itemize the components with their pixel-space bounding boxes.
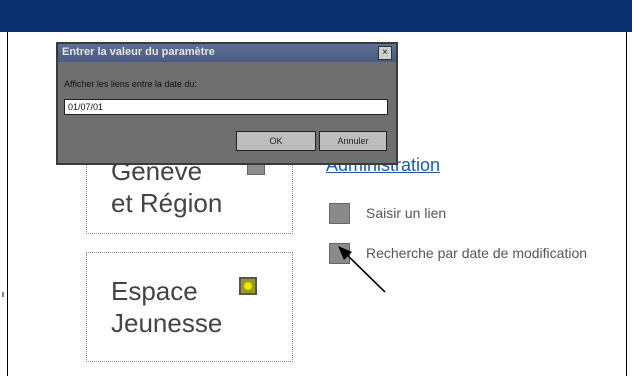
left-edge-mark — [2, 292, 4, 297]
parameter-dialog: Entrer la valeur du paramètre × Afficher… — [56, 42, 398, 165]
cancel-button[interactable]: Annuler — [319, 131, 387, 151]
dialog-prompt-label: Afficher les liens entre la date du: — [64, 79, 197, 89]
dialog-title: Entrer la valeur du paramètre — [62, 46, 215, 58]
date-input-field[interactable]: 01/07/01 — [64, 99, 388, 115]
ok-button[interactable]: OK — [236, 131, 316, 151]
top-header-bar — [0, 0, 632, 32]
menu-item-label[interactable]: Saisir un lien — [366, 205, 446, 221]
tile-title: Espace Jeunesse — [111, 276, 223, 338]
pointer-arrow-annotation — [338, 246, 386, 293]
smiley-icon — [239, 277, 257, 295]
gray-square-icon[interactable] — [329, 203, 350, 224]
close-icon[interactable]: × — [378, 46, 392, 60]
dialog-title-bar[interactable]: Entrer la valeur du paramètre × — [58, 44, 396, 62]
tile-espace-jeunesse[interactable]: Espace Jeunesse — [86, 252, 293, 362]
